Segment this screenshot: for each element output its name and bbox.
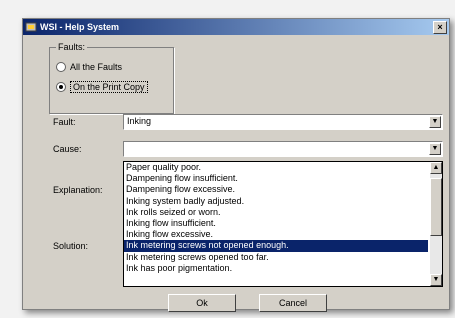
cause-dropdown-button[interactable]: ▼ — [429, 143, 441, 155]
cause-combobox[interactable]: ▼ — [123, 141, 443, 157]
cause-list-item[interactable]: Dampening flow insufficient. — [124, 173, 428, 184]
close-button[interactable]: × — [433, 21, 447, 34]
radio-all-faults-label: All the Faults — [70, 62, 123, 72]
app-icon — [25, 21, 37, 33]
fault-dropdown-button[interactable]: ▼ — [429, 116, 441, 128]
window-title: WSI - Help System — [40, 22, 120, 32]
radio-all-faults[interactable]: All the Faults — [56, 62, 122, 72]
cause-label: Cause: — [53, 144, 82, 154]
cause-list-item[interactable]: Ink metering screws opened too far. — [124, 252, 428, 263]
fault-combobox[interactable]: Inking ▼ — [123, 114, 443, 130]
cause-list-item[interactable]: Ink metering screws not opened enough. — [124, 240, 428, 252]
chevron-down-icon: ▼ — [432, 276, 440, 283]
ok-button[interactable]: Ok — [168, 294, 236, 312]
radio-print-copy[interactable]: On the Print Copy — [56, 81, 148, 93]
fault-value: Inking — [127, 116, 152, 126]
faults-group: Faults: All the Faults On the Print Copy — [49, 42, 174, 114]
scroll-thumb[interactable] — [430, 178, 442, 236]
cause-list-item[interactable]: Ink rolls seized or worn. — [124, 207, 428, 218]
radio-print-copy-label: On the Print Copy — [70, 81, 148, 93]
cancel-button[interactable]: Cancel — [259, 294, 327, 312]
list-scrollbar[interactable]: ▲ ▼ — [430, 162, 442, 286]
cause-list-item[interactable]: Inking system badly adjusted. — [124, 196, 428, 207]
radio-checked-icon[interactable] — [56, 82, 66, 92]
cause-list-item[interactable]: Inking flow insufficient. — [124, 218, 428, 229]
cause-dropdown-list[interactable]: Paper quality poor. Dampening flow insuff… — [123, 161, 443, 287]
solution-label: Solution: — [53, 241, 89, 251]
chevron-down-icon: ▼ — [431, 118, 439, 125]
scroll-up-button[interactable]: ▲ — [430, 162, 442, 174]
chevron-up-icon: ▲ — [432, 164, 440, 171]
cause-list-item[interactable]: Ink has poor pigmentation. — [124, 263, 428, 274]
help-system-dialog: WSI - Help System × Faults: All the Faul… — [22, 18, 450, 312]
close-icon: × — [437, 22, 443, 32]
title-bar[interactable]: WSI - Help System × — [23, 19, 449, 35]
cause-list-item[interactable]: Dampening flow excessive. — [124, 184, 428, 195]
chevron-down-icon: ▼ — [431, 145, 439, 152]
explanation-label: Explanation: — [53, 185, 103, 195]
cause-list-item[interactable]: Paper quality poor. — [124, 162, 428, 173]
faults-group-legend: Faults: — [56, 42, 88, 52]
radio-icon[interactable] — [56, 62, 66, 72]
fault-label: Fault: — [53, 117, 76, 127]
cause-list-item[interactable]: Inking flow excessive. — [124, 229, 428, 240]
scroll-down-button[interactable]: ▼ — [430, 274, 442, 286]
